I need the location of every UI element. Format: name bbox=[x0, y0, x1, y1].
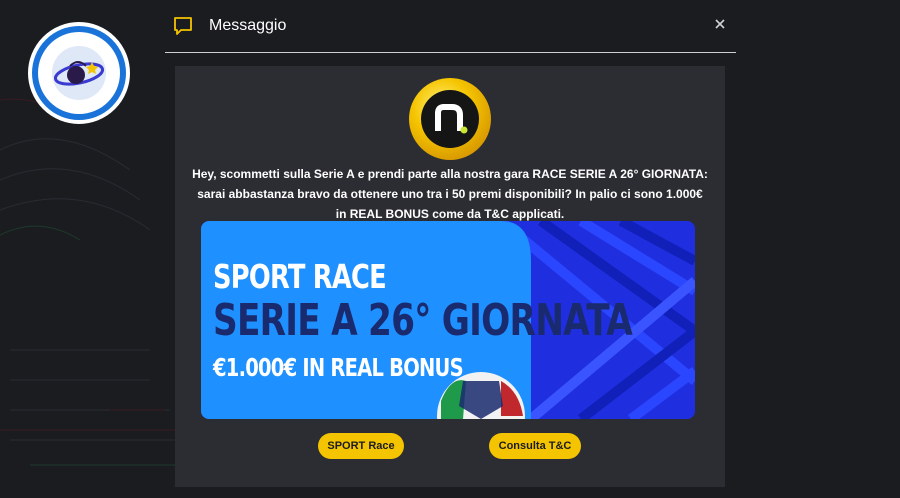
message-icon bbox=[174, 17, 192, 35]
banner-prize: €1.000€ IN REAL BONUS bbox=[213, 353, 464, 382]
banner-subtitle: SERIE A 26° GIORNATA bbox=[213, 295, 633, 346]
sport-race-button[interactable]: SPORT Race bbox=[318, 433, 404, 459]
brand-n-icon bbox=[435, 104, 468, 134]
message-header: Messaggio bbox=[165, 0, 736, 53]
close-icon[interactable] bbox=[714, 18, 726, 30]
terms-button[interactable]: Consulta T&C bbox=[489, 433, 581, 459]
header-title: Messaggio bbox=[209, 17, 287, 34]
user-avatar bbox=[28, 22, 130, 124]
banner-title: SPORT RACE bbox=[213, 257, 387, 296]
avatar-logo bbox=[38, 32, 120, 114]
message-text: Hey, scommetti sulla Serie A e prendi pa… bbox=[192, 167, 708, 221]
promo-banner[interactable]: SPORT RACE SERIE A 26° GIORNATA €1.000€ … bbox=[201, 221, 695, 419]
planet-icon bbox=[52, 46, 106, 100]
message-panel: Hey, scommetti sulla Serie A e prendi pa… bbox=[175, 66, 725, 487]
brand-logo bbox=[409, 78, 491, 160]
